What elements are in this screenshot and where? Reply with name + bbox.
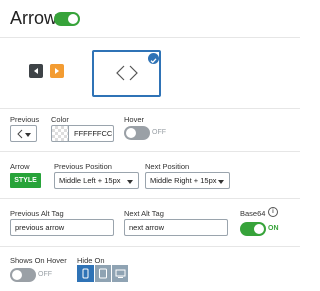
color-value: FFFFFFCC xyxy=(74,129,113,138)
desktop-icon xyxy=(115,269,125,278)
shows-on-hover-state: OFF xyxy=(38,271,52,278)
divider xyxy=(0,151,300,152)
previous-position-label: Previous Position xyxy=(54,162,112,171)
next-alt-tag-label: Next Alt Tag xyxy=(124,209,164,218)
info-icon[interactable]: i xyxy=(268,207,278,217)
preview-next-button[interactable] xyxy=(50,64,64,78)
base64-label: Base64 xyxy=(240,209,266,218)
shows-on-hover-label: Shows On Hover xyxy=(10,256,67,265)
check-circle-icon xyxy=(148,53,159,64)
shows-on-hover-toggle[interactable] xyxy=(10,268,36,282)
next-alt-tag-value: next arrow xyxy=(129,223,165,232)
base64-state: ON xyxy=(268,225,279,232)
divider xyxy=(0,108,300,109)
phone-icon xyxy=(82,268,89,279)
color-input[interactable]: FFFFFFCC xyxy=(51,125,114,142)
hide-on-device-group xyxy=(77,265,128,282)
next-position-select[interactable]: Middle Right + 15px xyxy=(145,172,230,189)
arrow-label: Arrow xyxy=(10,162,30,171)
chevron-down-icon xyxy=(218,180,224,184)
tablet-icon xyxy=(99,268,107,279)
previous-arrow-select[interactable] xyxy=(10,125,37,142)
color-label: Color xyxy=(51,115,69,124)
triangle-left-icon xyxy=(34,68,38,74)
previous-alt-tag-value: previous arrow xyxy=(15,223,65,232)
triangle-right-icon xyxy=(55,68,59,74)
toggle-knob xyxy=(254,224,264,234)
hide-on-tablet-button[interactable] xyxy=(94,265,111,282)
hide-on-label: Hide On xyxy=(77,256,105,265)
hide-on-phone-button[interactable] xyxy=(77,265,94,282)
previous-label: Previous xyxy=(10,115,40,124)
divider xyxy=(0,37,300,38)
previous-position-select[interactable]: Middle Left + 15px xyxy=(54,172,139,189)
chevron-left-icon xyxy=(17,129,23,138)
arrow-enable-toggle[interactable] xyxy=(54,12,80,26)
color-swatch[interactable] xyxy=(52,126,69,141)
next-alt-tag-input[interactable]: next arrow xyxy=(124,219,228,236)
hover-label: Hover xyxy=(124,115,145,124)
toggle-knob xyxy=(126,128,136,138)
previous-alt-tag-input[interactable]: previous arrow xyxy=(10,219,114,236)
previous-position-value: Middle Left + 15px xyxy=(59,176,121,185)
hover-state: OFF xyxy=(152,129,166,136)
divider xyxy=(0,246,300,247)
next-position-label: Next Position xyxy=(145,162,190,171)
chevron-down-icon xyxy=(25,133,31,137)
section-title: Arrow xyxy=(10,8,58,28)
base64-toggle[interactable] xyxy=(240,222,266,236)
toggle-knob xyxy=(68,14,78,24)
hide-on-desktop-button[interactable] xyxy=(111,265,128,282)
previous-alt-tag-label: Previous Alt Tag xyxy=(10,209,64,218)
divider xyxy=(0,198,300,199)
hover-toggle[interactable] xyxy=(124,126,150,140)
chevron-down-icon xyxy=(127,180,133,184)
style-button[interactable]: STYLE xyxy=(10,173,41,188)
toggle-knob xyxy=(12,270,22,280)
next-position-value: Middle Right + 15px xyxy=(150,176,217,185)
preview-prev-button[interactable] xyxy=(29,64,43,78)
